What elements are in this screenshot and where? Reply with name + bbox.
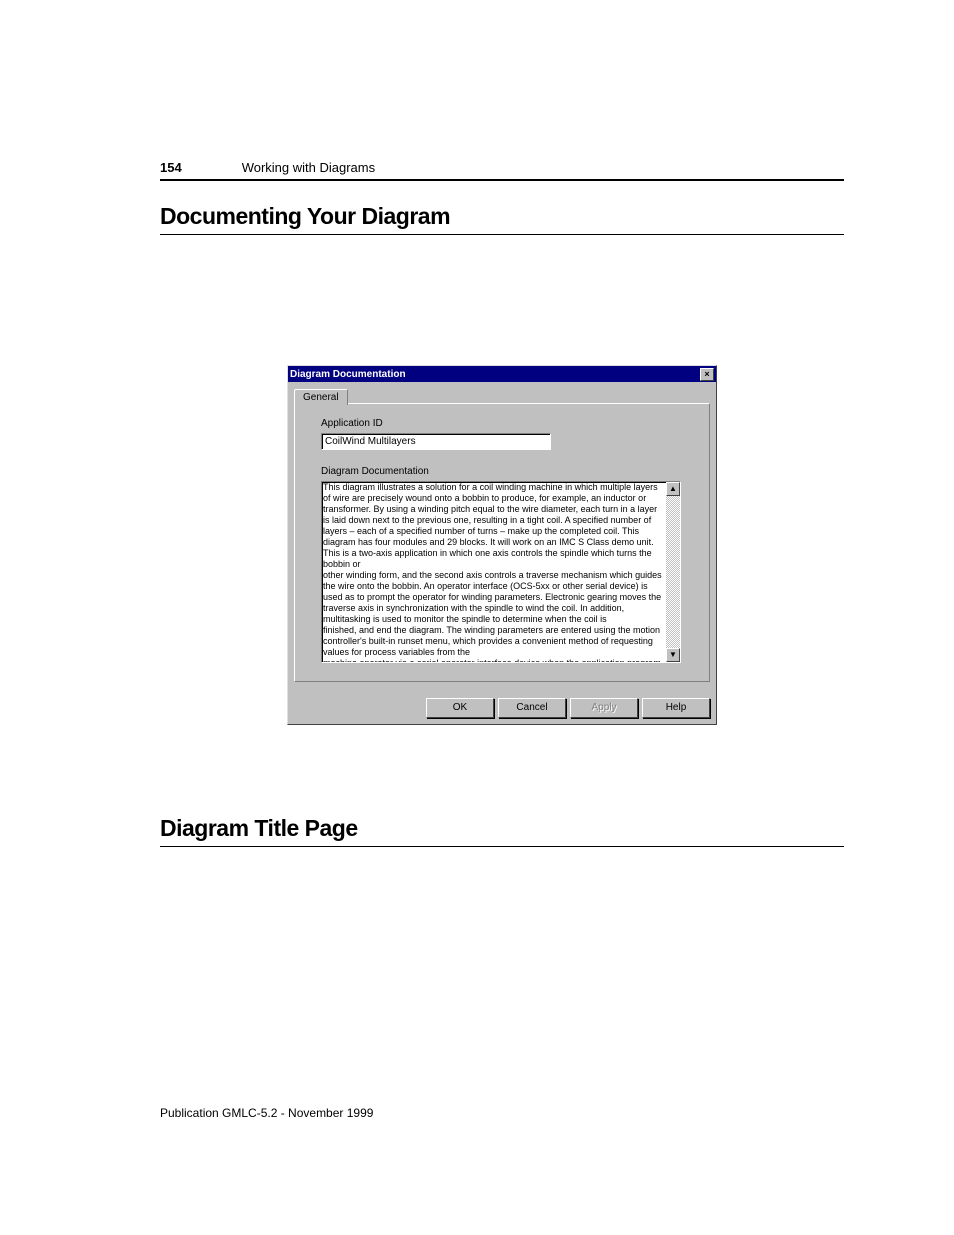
application-id-input[interactable] (321, 433, 551, 450)
manual-page: 154 Working with Diagrams Documenting Yo… (0, 0, 954, 847)
page-number: 154 (160, 160, 182, 175)
section-heading-title-page: Diagram Title Page (160, 815, 844, 847)
chapter-title: Working with Diagrams (242, 160, 375, 175)
ok-button[interactable]: OK (426, 698, 494, 718)
textarea-content[interactable]: This diagram illustrates a solution for … (322, 482, 666, 662)
diagram-documentation-dialog: Diagram Documentation × General Applicat… (287, 365, 717, 725)
dialog-button-row: OK Cancel Apply Help (288, 688, 716, 724)
cancel-button[interactable]: Cancel (498, 698, 566, 718)
diagram-documentation-label: Diagram Documentation (321, 466, 683, 477)
vertical-scrollbar[interactable]: ▲ ▼ (666, 482, 680, 662)
apply-button: Apply (570, 698, 638, 718)
dialog-titlebar[interactable]: Diagram Documentation × (288, 366, 716, 382)
publication-footer: Publication GMLC-5.2 - November 1999 (160, 1106, 373, 1120)
scroll-up-icon[interactable]: ▲ (666, 482, 680, 496)
tab-general[interactable]: General (294, 389, 348, 405)
tab-panel-general: Application ID Diagram Documentation Thi… (294, 403, 710, 682)
application-id-label: Application ID (321, 418, 683, 429)
page-header: 154 Working with Diagrams (160, 160, 844, 181)
dialog-title: Diagram Documentation (290, 369, 406, 380)
diagram-documentation-textarea[interactable]: This diagram illustrates a solution for … (321, 481, 681, 663)
tab-strip: General (294, 388, 710, 404)
section-heading-documenting: Documenting Your Diagram (160, 203, 844, 235)
scroll-down-icon[interactable]: ▼ (666, 648, 680, 662)
dialog-body: General Application ID Diagram Documenta… (288, 382, 716, 688)
help-button[interactable]: Help (642, 698, 710, 718)
close-icon[interactable]: × (700, 368, 714, 381)
